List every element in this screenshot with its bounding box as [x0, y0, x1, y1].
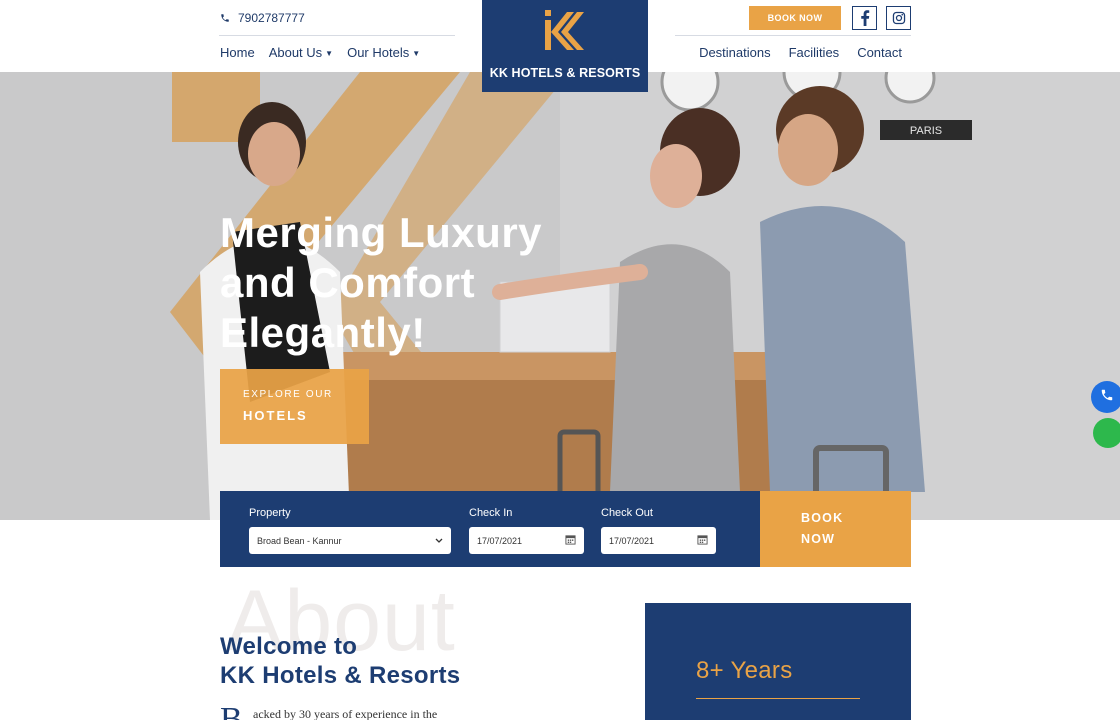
phone-icon: [220, 13, 230, 23]
hero-section: PARIS Merging Luxury and Comfort Elegant…: [0, 72, 1120, 520]
nav-right: Destinations Facilities Contact: [699, 45, 902, 60]
phone-contact[interactable]: 7902787777: [220, 11, 305, 25]
book-now-button[interactable]: BOOK NOW: [760, 491, 911, 567]
nav-facilities[interactable]: Facilities: [789, 45, 840, 60]
about-heading-line1: Welcome to: [220, 633, 358, 660]
nav-contact[interactable]: Contact: [857, 45, 902, 60]
city-sign-text: PARIS: [910, 125, 942, 137]
check-in-label: Check In: [469, 507, 513, 519]
facebook-icon[interactable]: [852, 6, 877, 30]
check-in-date-input[interactable]: 17/07/2021: [469, 527, 584, 554]
years-underline: [696, 698, 860, 699]
about-heading-line2: KK Hotels & Resorts: [220, 662, 461, 689]
brand-logo[interactable]: KK HOTELS & RESORTS: [482, 0, 648, 92]
floating-call-button[interactable]: [1091, 381, 1120, 413]
years-count: 8+ Years: [696, 657, 793, 684]
hero-title: Merging Luxury and Comfort Elegantly!: [220, 209, 543, 356]
about-dropcap: B: [220, 701, 243, 720]
chevron-down-icon: [435, 536, 443, 546]
nav-about-us[interactable]: About Us ▼: [269, 45, 333, 60]
property-select[interactable]: Broad Bean - Kannur: [249, 527, 451, 554]
phone-icon: [1100, 388, 1114, 407]
caret-down-icon: ▼: [412, 48, 421, 58]
nav-our-hotels[interactable]: Our Hotels ▼: [347, 45, 420, 60]
whatsapp-icon[interactable]: [1093, 418, 1120, 448]
phone-number: 7902787777: [238, 11, 305, 25]
nav-left: Home About Us ▼ Our Hotels ▼: [220, 45, 420, 60]
check-out-label: Check Out: [601, 507, 653, 519]
instagram-icon[interactable]: [886, 6, 911, 30]
booking-form: Property Broad Bean - Kannur Check In 17…: [220, 491, 760, 567]
calendar-icon[interactable]: [697, 534, 708, 547]
header-divider-right: [675, 35, 911, 36]
kk-logo-mark-icon: [543, 10, 587, 57]
calendar-icon[interactable]: [565, 534, 576, 547]
about-paragraph: acked by 30 years of experience in the: [253, 707, 438, 720]
book-now-header-button[interactable]: BOOK NOW: [749, 6, 841, 30]
property-label: Property: [249, 507, 291, 519]
caret-down-icon: ▼: [325, 48, 334, 58]
years-experience-card: 8+ Years: [645, 603, 911, 720]
explore-hotels-button[interactable]: EXPLORE OUR HOTELS: [220, 369, 369, 444]
nav-home[interactable]: Home: [220, 45, 255, 60]
check-out-date-input[interactable]: 17/07/2021: [601, 527, 716, 554]
header-divider-left: [219, 35, 455, 36]
nav-destinations[interactable]: Destinations: [699, 45, 771, 60]
brand-name: KK HOTELS & RESORTS: [489, 66, 641, 80]
